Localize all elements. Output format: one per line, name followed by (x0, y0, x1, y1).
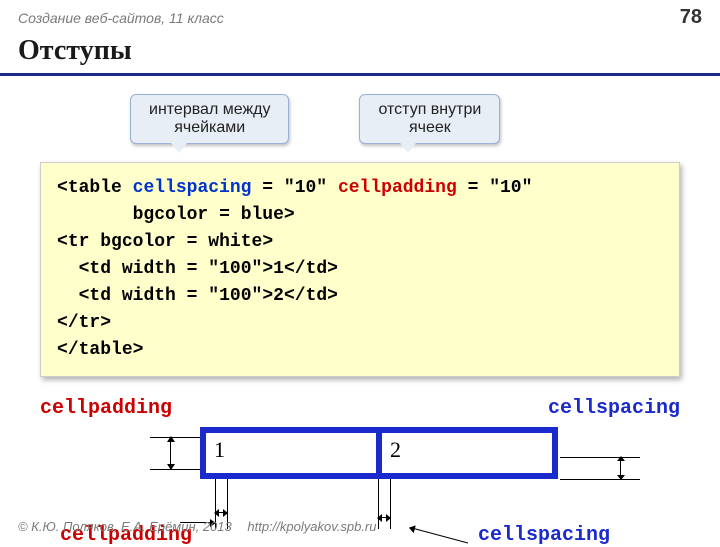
code-example: <table cellspacing = "10" cellpadding = … (40, 162, 680, 377)
copyright: © К.Ю. Поляков, Е.А. Ерёмин, 2013 (18, 519, 232, 534)
dim-arrow (620, 457, 621, 479)
callout-cellpadding: отступ внутри ячеек (359, 94, 500, 144)
cell-1: 1 (206, 433, 376, 473)
page-title: Отступы (0, 31, 720, 76)
dim-line (560, 479, 640, 480)
label-cellspacing-bottom: cellspacing (478, 524, 610, 547)
label-cellpadding-top: cellpadding (40, 397, 172, 420)
example-table: 1 2 (200, 427, 558, 479)
footer: © К.Ю. Поляков, Е.А. Ерёмин, 2013 http:/… (18, 519, 376, 534)
page-number: 78 (680, 6, 702, 29)
footer-link[interactable]: http://kpolyakov.spb.ru (247, 519, 376, 534)
dim-arrow (215, 512, 227, 513)
dim-arrow (170, 437, 171, 469)
callout-cellspacing: интервал между ячейками (130, 94, 289, 144)
dim-line (150, 469, 200, 470)
pointer-arrow (410, 527, 468, 543)
dim-line (560, 457, 640, 458)
label-cellspacing-top: cellspacing (548, 397, 680, 420)
cell-2: 2 (382, 433, 552, 473)
course-label: Создание веб-сайтов, 11 класс (18, 10, 224, 26)
dim-arrow (378, 517, 390, 518)
dim-line (150, 437, 200, 438)
